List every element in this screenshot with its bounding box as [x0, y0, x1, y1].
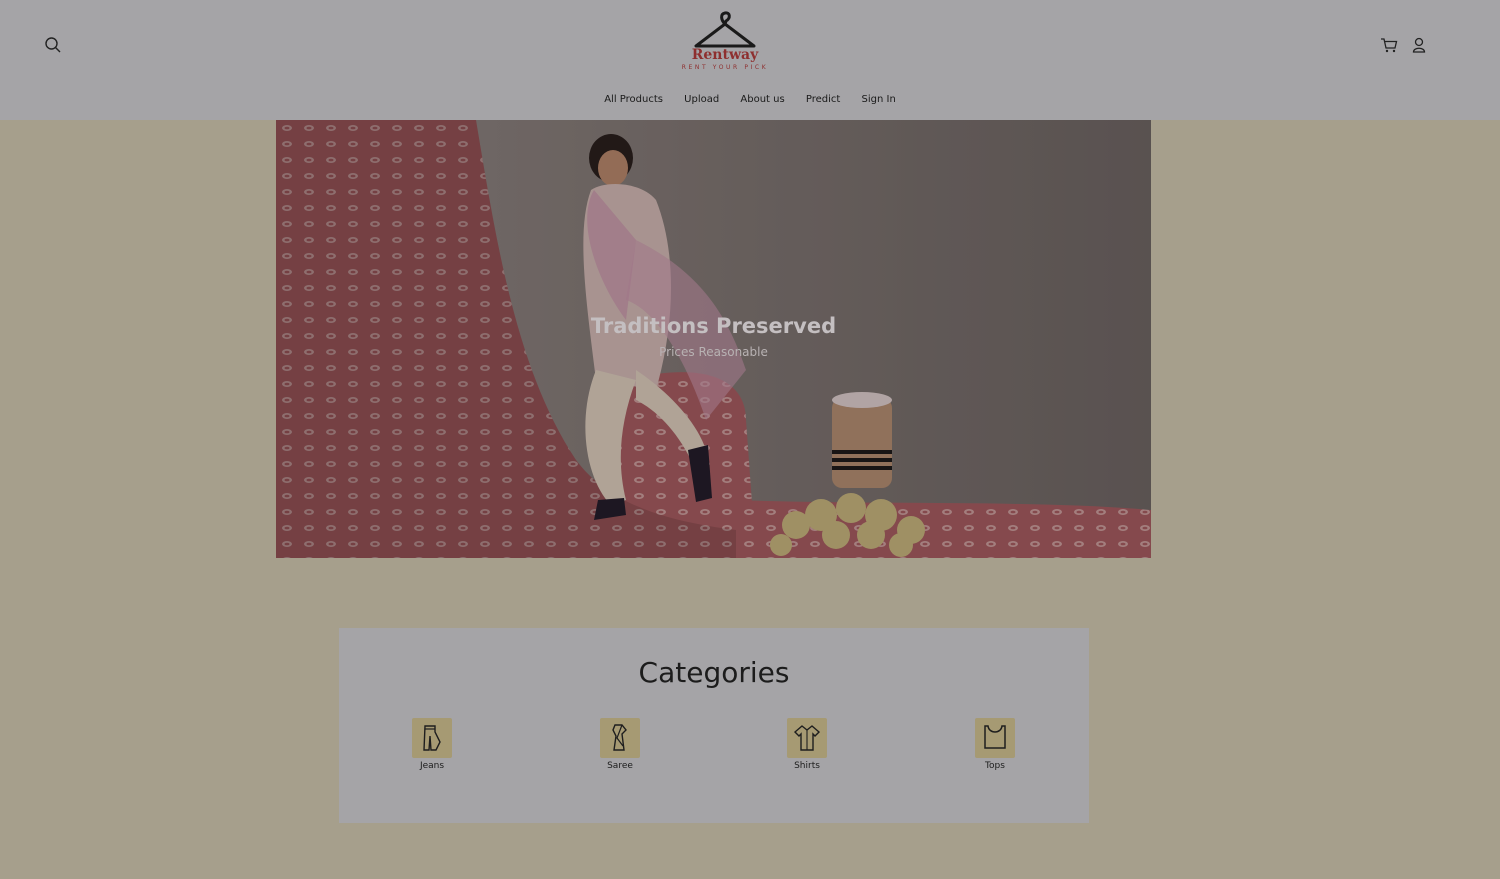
- user-icon[interactable]: [1410, 36, 1428, 54]
- category-tops[interactable]: Tops: [955, 718, 1035, 771]
- nav-all-products[interactable]: All Products: [604, 94, 663, 105]
- nav-upload[interactable]: Upload: [684, 94, 719, 105]
- category-shirts[interactable]: Shirts: [767, 718, 847, 771]
- site-header: Rentway RENT YOUR PICK All Products Uplo…: [0, 0, 1500, 120]
- categories-section: Categories Jeans Saree Shirts Tops: [339, 628, 1089, 823]
- hero-banner[interactable]: Traditions Preserved Prices Reasonable: [276, 120, 1151, 558]
- nav-about-us[interactable]: About us: [740, 94, 784, 105]
- hero-image: [276, 120, 1151, 558]
- category-saree[interactable]: Saree: [580, 718, 660, 771]
- search-icon[interactable]: [44, 36, 62, 54]
- nav-sign-in[interactable]: Sign In: [862, 94, 896, 105]
- saree-icon: [600, 718, 640, 758]
- category-label: Tops: [985, 761, 1005, 771]
- category-label: Jeans: [419, 761, 445, 771]
- shirt-icon: [787, 718, 827, 758]
- category-label: Saree: [607, 761, 633, 771]
- category-jeans[interactable]: Jeans: [392, 718, 472, 771]
- category-label: Shirts: [794, 761, 820, 771]
- site-logo[interactable]: Rentway RENT YOUR PICK: [665, 10, 785, 78]
- hero-subtitle: Prices Reasonable: [659, 345, 768, 359]
- cart-icon[interactable]: [1380, 36, 1398, 54]
- hero-title: Traditions Preserved: [590, 314, 837, 338]
- jeans-icon: [412, 718, 452, 758]
- header-actions: [1380, 36, 1428, 54]
- nav-predict[interactable]: Predict: [806, 94, 840, 105]
- top-icon: [975, 718, 1015, 758]
- brand-name: Rentway: [691, 47, 759, 63]
- brand-tagline: RENT YOUR PICK: [681, 64, 769, 71]
- categories-title: Categories: [638, 656, 790, 689]
- main-nav: All Products Upload About us Predict Sig…: [0, 94, 1500, 105]
- hanger-icon: [694, 11, 756, 48]
